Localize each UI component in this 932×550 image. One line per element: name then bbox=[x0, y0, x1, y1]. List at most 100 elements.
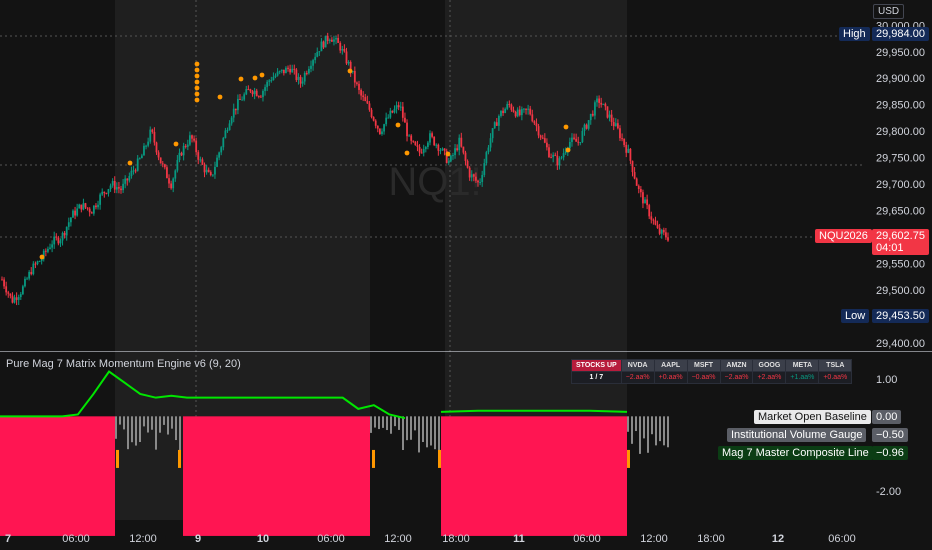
price-candle bbox=[243, 94, 246, 100]
price-candle bbox=[581, 130, 584, 143]
price-candle bbox=[410, 135, 413, 141]
price-candle bbox=[525, 108, 527, 110]
volume-gauge-bar bbox=[370, 416, 372, 433]
volume-gauge-bar bbox=[115, 416, 117, 439]
price-candle bbox=[78, 204, 81, 209]
price-candle bbox=[449, 155, 452, 162]
indicator-tick-label: -2.00 bbox=[876, 486, 901, 498]
price-candle bbox=[270, 80, 273, 82]
price-tick-label: 29,650.00 bbox=[876, 206, 925, 218]
price-candle bbox=[376, 125, 379, 129]
price-candle bbox=[621, 138, 623, 140]
price-candle bbox=[74, 210, 76, 216]
volume-gauge-bar bbox=[402, 416, 404, 451]
price-tick-label: 29,950.00 bbox=[876, 47, 925, 59]
volume-gauge-bar bbox=[647, 416, 649, 453]
signal-dot bbox=[194, 97, 200, 103]
price-candle bbox=[385, 117, 388, 125]
price-candle bbox=[399, 106, 402, 108]
price-candle bbox=[358, 83, 360, 90]
signal-dot bbox=[194, 79, 200, 85]
price-candle bbox=[629, 148, 632, 161]
price-candle bbox=[5, 286, 8, 293]
price-candle bbox=[63, 232, 66, 236]
price-candle bbox=[479, 182, 482, 184]
volume-gauge-bar bbox=[643, 416, 645, 439]
pane-separator[interactable] bbox=[0, 351, 932, 352]
price-candle bbox=[209, 172, 212, 176]
last-price-symbol: NQU2026 bbox=[815, 229, 872, 243]
price-candle bbox=[587, 120, 590, 129]
volume-gauge-bar bbox=[663, 416, 665, 446]
time-tick-label: 06:00 bbox=[573, 533, 601, 545]
price-candle bbox=[44, 250, 47, 252]
chart-canvas[interactable]: NQ1! 30,000.0029,950.0029,900.0029,850.0… bbox=[0, 0, 932, 550]
price-candle bbox=[249, 89, 252, 92]
price-candle bbox=[541, 137, 544, 139]
price-candle bbox=[391, 110, 394, 113]
price-tick-label: 29,750.00 bbox=[876, 153, 925, 165]
price-candle bbox=[9, 293, 12, 296]
price-candle bbox=[631, 160, 634, 173]
volume-gauge-bar bbox=[382, 416, 384, 428]
price-candle bbox=[577, 141, 580, 143]
matrix-ticker: MSFT bbox=[686, 359, 721, 372]
volume-gauge-bar bbox=[426, 416, 428, 448]
volume-gauge-bar bbox=[627, 416, 629, 432]
price-candle bbox=[38, 261, 41, 263]
price-candle bbox=[401, 106, 404, 118]
price-candle bbox=[489, 138, 492, 148]
price-candle bbox=[408, 135, 411, 137]
price-candle bbox=[182, 145, 185, 156]
price-candle bbox=[598, 98, 601, 103]
matrix-count: 1 / 7 bbox=[571, 371, 622, 384]
price-candle bbox=[596, 98, 598, 103]
price-candle bbox=[32, 263, 35, 275]
price-candle bbox=[92, 205, 95, 214]
price-candle bbox=[30, 271, 33, 275]
price-candle bbox=[466, 160, 469, 168]
signal-dot bbox=[259, 72, 265, 78]
volume-gauge-bar bbox=[386, 416, 388, 431]
price-candle bbox=[472, 174, 475, 177]
volume-gauge-bar bbox=[667, 416, 669, 448]
composite-label: Mag 7 Master Composite Line bbox=[718, 446, 873, 460]
price-candle bbox=[353, 70, 356, 83]
indicator-title[interactable]: Pure Mag 7 Matrix Momentum Engine v6 (9,… bbox=[6, 358, 241, 370]
price-candle bbox=[537, 126, 540, 136]
price-candle bbox=[414, 141, 417, 146]
price-candle bbox=[245, 89, 248, 95]
volume-gauge-bar bbox=[390, 416, 392, 434]
volume-gauge-bar bbox=[438, 416, 440, 454]
price-candle bbox=[47, 248, 49, 252]
price-candle bbox=[291, 68, 294, 73]
volume-gauge-bar bbox=[418, 416, 420, 453]
price-candle bbox=[180, 152, 183, 156]
price-candle bbox=[272, 77, 275, 81]
price-candle bbox=[113, 180, 116, 190]
price-candle bbox=[82, 203, 85, 210]
price-candle bbox=[378, 128, 381, 135]
signal-dot bbox=[173, 141, 179, 147]
price-candle bbox=[3, 279, 5, 287]
price-candle bbox=[234, 108, 237, 111]
price-candle bbox=[642, 192, 644, 204]
price-candle bbox=[214, 166, 216, 175]
price-candle bbox=[585, 124, 588, 129]
price-candle bbox=[383, 124, 385, 132]
indicator-tick-label: 1.00 bbox=[876, 374, 897, 386]
price-candle bbox=[228, 123, 231, 131]
price-candle bbox=[627, 148, 630, 153]
price-candle bbox=[316, 51, 319, 57]
matrix-ticker: NVDA bbox=[620, 359, 655, 372]
price-candle bbox=[170, 183, 173, 189]
volume-gauge-bar bbox=[175, 416, 177, 441]
price-candle bbox=[255, 90, 258, 97]
high-marker-label: High bbox=[839, 27, 870, 41]
price-candle bbox=[658, 228, 661, 234]
price-candle bbox=[491, 128, 494, 139]
price-candle bbox=[546, 142, 548, 148]
price-candle bbox=[487, 147, 490, 153]
currency-label[interactable]: USD bbox=[873, 4, 905, 19]
price-candle bbox=[134, 170, 137, 172]
